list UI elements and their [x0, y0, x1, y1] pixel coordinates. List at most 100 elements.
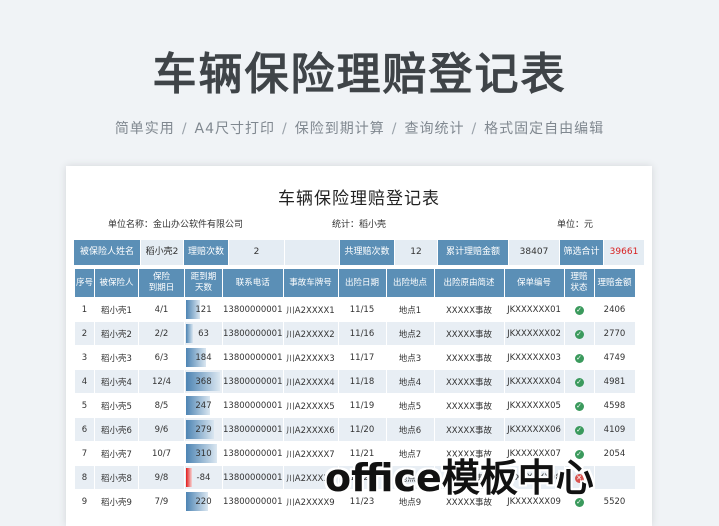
cell-row-number[interactable]: 2 — [74, 321, 95, 346]
cell-phone[interactable]: 13800000001 — [222, 417, 284, 442]
cell-accident-date[interactable]: 11/18 — [337, 369, 387, 394]
cell-claim-amount[interactable]: 4598 — [593, 393, 636, 418]
cell-insured-name[interactable]: 稻小壳2 — [94, 321, 139, 346]
cell-accident-reason[interactable]: XXXXX事故 — [433, 345, 505, 370]
cell-row-number[interactable]: 7 — [74, 441, 95, 466]
cell-claim-amount[interactable]: 4109 — [593, 417, 636, 442]
cell-claim-status[interactable]: ✓ — [563, 345, 595, 370]
cell-due-date[interactable]: 6/3 — [138, 345, 185, 370]
cell-days-left[interactable]: 310 — [184, 441, 223, 466]
cell-claim-status[interactable]: ✓ — [563, 369, 595, 394]
cell-due-date[interactable]: 10/7 — [138, 441, 185, 466]
col-header-no[interactable]: 序号 — [74, 268, 95, 298]
cell-due-date[interactable]: 12/4 — [138, 369, 185, 394]
cell-due-date[interactable]: 7/9 — [138, 489, 185, 514]
cell-days-left[interactable]: 220 — [184, 489, 223, 514]
cell-claim-amount[interactable]: 5520 — [593, 489, 636, 514]
cell-plate-number[interactable]: 川A2XXXX5 — [282, 393, 339, 418]
col-header-status[interactable]: 理赔 状态 — [563, 268, 595, 298]
cell-days-left[interactable]: 247 — [184, 393, 223, 418]
cell-phone[interactable]: 13800000001 — [222, 321, 284, 346]
table-row[interactable]: 3 稻小壳3 6/3 184 13800000001 川A2XXXX3 11/17 地点3 XX… — [74, 345, 636, 370]
cell-accident-place[interactable]: 地点1 — [385, 297, 435, 322]
table-row[interactable]: 2 稻小壳2 2/2 63 13800000001 川A2XXXX2 11/16 地点2 XXX… — [74, 321, 636, 346]
col-header-days-left[interactable]: 距到期 天数 — [184, 268, 223, 298]
cell-row-number[interactable]: 3 — [74, 345, 95, 370]
cell-days-left[interactable]: 63 — [184, 321, 223, 346]
cell-due-date[interactable]: 2/2 — [138, 321, 185, 346]
cell-insured-name[interactable]: 稻小壳3 — [94, 345, 139, 370]
cell-claim-amount[interactable]: 4749 — [593, 345, 636, 370]
table-row[interactable]: 6 稻小壳6 9/6 279 13800000001 川A2XXXX6 11/20 地点6 XX… — [74, 417, 636, 442]
table-row[interactable]: 1 稻小壳1 4/1 121 13800000001 川A2XXXX1 11/15 地点1 XX… — [74, 297, 636, 322]
cell-phone[interactable]: 13800000001 — [222, 369, 284, 394]
cell-accident-reason[interactable]: XXXXX事故 — [433, 321, 505, 346]
cell-row-number[interactable]: 1 — [74, 297, 95, 322]
cell-claim-amount[interactable]: 2054 — [593, 441, 636, 466]
cell-claim-amount[interactable]: 2406 — [593, 297, 636, 322]
cell-plate-number[interactable]: 川A2XXXX1 — [282, 297, 339, 322]
cell-insured-name[interactable]: 稻小壳9 — [94, 489, 139, 514]
cell-policy-number[interactable]: JKXXXXXX05 — [503, 393, 565, 418]
cell-due-date[interactable]: 9/8 — [138, 465, 185, 490]
cell-plate-number[interactable]: 川A2XXXX2 — [282, 321, 339, 346]
cell-row-number[interactable]: 6 — [74, 417, 95, 442]
cell-insured-name[interactable]: 稻小壳7 — [94, 441, 139, 466]
cell-accident-reason[interactable]: XXXXX事故 — [433, 297, 505, 322]
cell-due-date[interactable]: 9/6 — [138, 417, 185, 442]
cell-accident-place[interactable]: 地点2 — [385, 321, 435, 346]
cell-accident-date[interactable]: 11/16 — [337, 321, 387, 346]
cell-row-number[interactable]: 5 — [74, 393, 95, 418]
cell-claim-amount[interactable] — [593, 465, 636, 490]
cell-days-left[interactable]: 121 — [184, 297, 223, 322]
cell-insured-name[interactable]: 稻小壳1 — [94, 297, 139, 322]
col-header-accident-date[interactable]: 出险日期 — [337, 268, 387, 298]
cell-accident-place[interactable]: 地点6 — [385, 417, 435, 442]
cell-accident-date[interactable]: 11/15 — [337, 297, 387, 322]
cell-insured-name[interactable]: 稻小壳6 — [94, 417, 139, 442]
cell-claim-status[interactable]: ✓ — [563, 417, 595, 442]
cell-accident-date[interactable]: 11/20 — [337, 417, 387, 442]
cell-accident-reason[interactable]: XXXXX事故 — [433, 369, 505, 394]
cell-accident-reason[interactable]: XXXXX事故 — [433, 393, 505, 418]
cell-due-date[interactable]: 4/1 — [138, 297, 185, 322]
cell-claim-status[interactable]: ✓ — [563, 297, 595, 322]
cell-phone[interactable]: 13800000001 — [222, 345, 284, 370]
cell-days-left[interactable]: 368 — [184, 369, 223, 394]
cell-insured-name[interactable]: 稻小壳8 — [94, 465, 139, 490]
col-header-policy[interactable]: 保单编号 — [503, 268, 565, 298]
cell-policy-number[interactable]: JKXXXXXX06 — [503, 417, 565, 442]
cell-insured-name[interactable]: 稻小壳4 — [94, 369, 139, 394]
cell-phone[interactable]: 13800000001 — [222, 465, 284, 490]
insured-name-value[interactable]: 稻小壳2 — [141, 240, 183, 265]
cell-phone[interactable]: 13800000001 — [222, 489, 284, 514]
cell-row-number[interactable]: 8 — [74, 465, 95, 490]
cell-days-left[interactable]: 279 — [184, 417, 223, 442]
cell-accident-place[interactable]: 地点5 — [385, 393, 435, 418]
cell-policy-number[interactable]: JKXXXXXX04 — [503, 369, 565, 394]
cell-accident-place[interactable]: 地点3 — [385, 345, 435, 370]
col-header-amount[interactable]: 理赔金额 — [593, 268, 636, 298]
cell-due-date[interactable]: 8/5 — [138, 393, 185, 418]
cell-phone[interactable]: 13800000001 — [222, 393, 284, 418]
col-header-phone[interactable]: 联系电话 — [222, 268, 284, 298]
cell-policy-number[interactable]: JKXXXXXX01 — [503, 297, 565, 322]
table-row[interactable]: 4 稻小壳4 12/4 368 13800000001 川A2XXXX4 11/18 地点4 X… — [74, 369, 636, 394]
cell-days-left[interactable]: 184 — [184, 345, 223, 370]
cell-days-left[interactable]: -84 — [184, 465, 223, 490]
col-header-accident-place[interactable]: 出险地点 — [385, 268, 435, 298]
cell-accident-place[interactable]: 地点4 — [385, 369, 435, 394]
col-header-reason[interactable]: 出险原由简述 — [433, 268, 505, 298]
cell-insured-name[interactable]: 稻小壳5 — [94, 393, 139, 418]
cell-plate-number[interactable]: 川A2XXXX3 — [282, 345, 339, 370]
cell-phone[interactable]: 13800000001 — [222, 297, 284, 322]
cell-plate-number[interactable]: 川A2XXXX6 — [282, 417, 339, 442]
cell-phone[interactable]: 13800000001 — [222, 441, 284, 466]
cell-row-number[interactable]: 9 — [74, 489, 95, 514]
cell-claim-status[interactable]: ✓ — [563, 321, 595, 346]
table-row[interactable]: 5 稻小壳5 8/5 247 13800000001 川A2XXXX5 11/19 地点5 XX… — [74, 393, 636, 418]
cell-accident-reason[interactable]: XXXXX事故 — [433, 417, 505, 442]
col-header-due-date[interactable]: 保险 到期日 — [138, 268, 185, 298]
cell-plate-number[interactable]: 川A2XXXX4 — [282, 369, 339, 394]
cell-accident-date[interactable]: 11/17 — [337, 345, 387, 370]
